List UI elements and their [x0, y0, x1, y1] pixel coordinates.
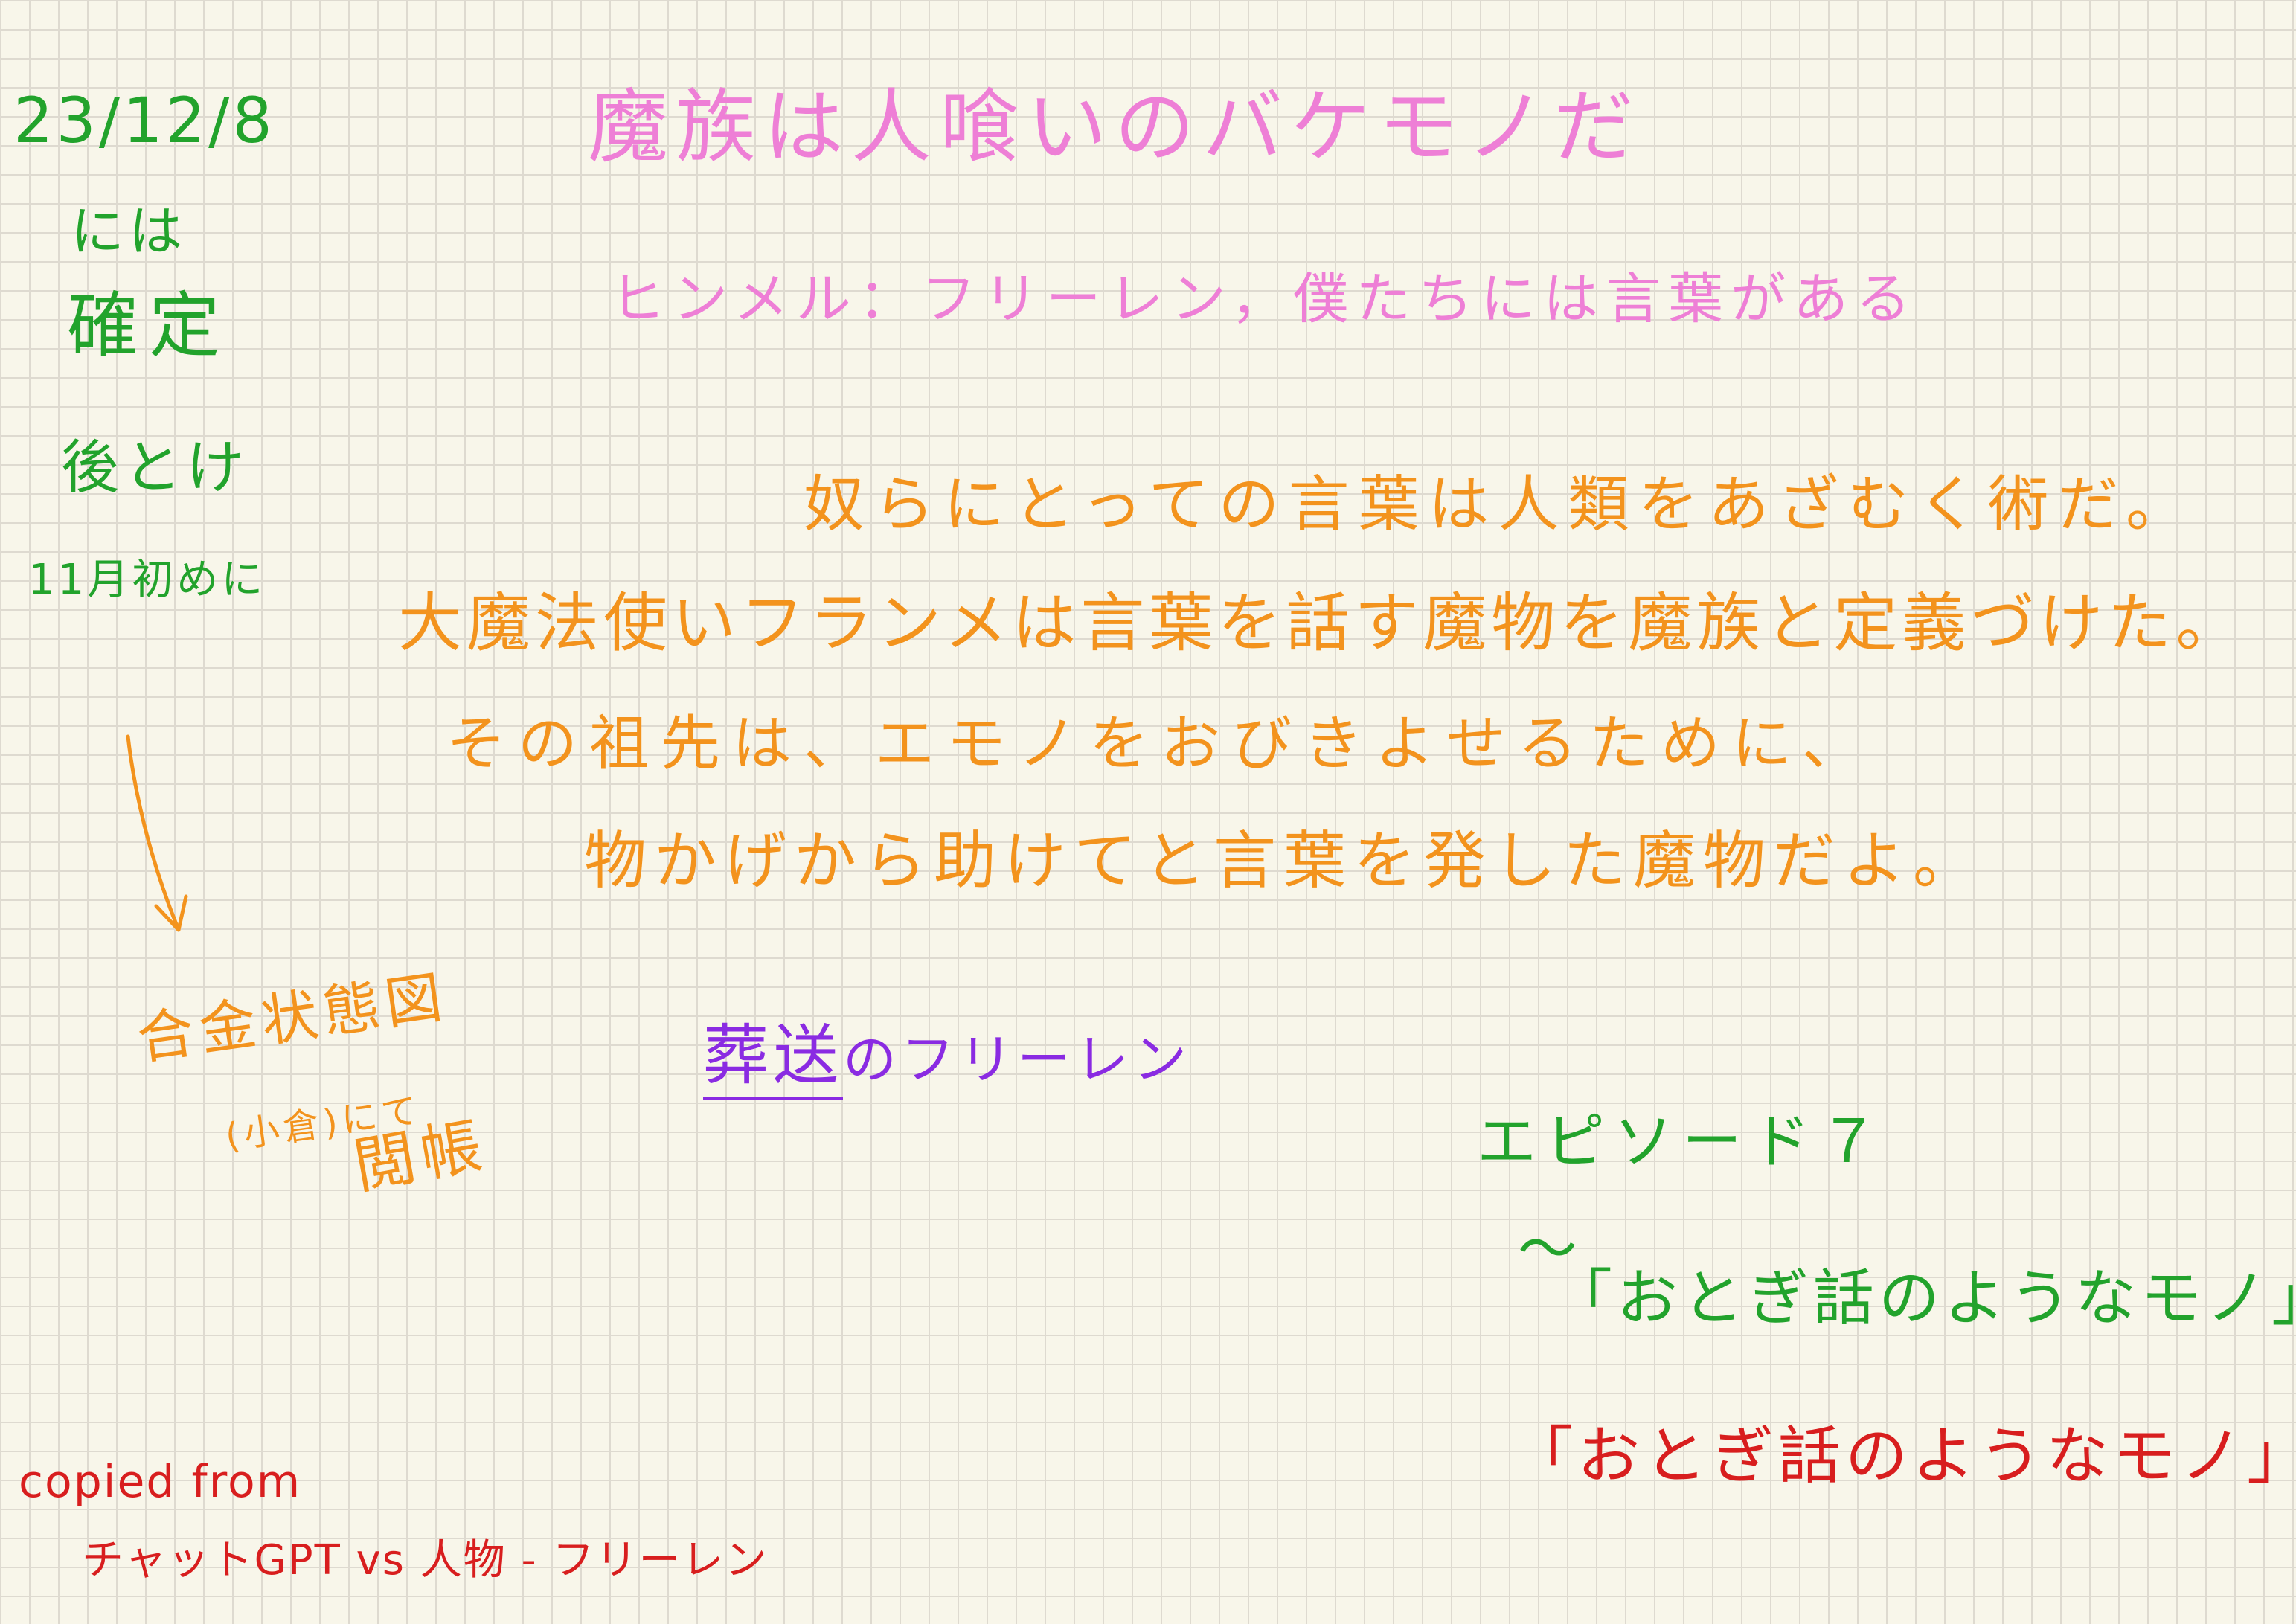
episode-title-red: 「おとぎ話のようなモノ」: [1510, 1419, 2296, 1492]
body-line-1: 奴らにとっての言葉は人類をあざむく術だ。: [804, 469, 2196, 540]
side-note-line-1: 合金状態図: [133, 963, 452, 1073]
anime-title-rest: のフリーレン: [843, 1028, 1192, 1091]
anime-title-underlined: 葬送: [703, 1017, 844, 1100]
left-note-line-2: 確定: [67, 284, 231, 368]
left-note-line-4: 11月初めに: [28, 556, 266, 604]
heading-subtitle: ヒンメル：フリーレン，僕たちには言葉がある: [610, 267, 1919, 331]
episode-title-green: 「おとぎ話のようなモノ」: [1551, 1263, 2296, 1334]
body-line-3: その祖先は、エモノをおびきよせるために、: [446, 709, 1873, 778]
body-line-2: 大魔法使いフランメは言葉を話す魔物を魔族と定義づけた。: [398, 586, 2245, 661]
left-note-line-3: 後とけ: [61, 434, 249, 501]
down-arrow-icon: [126, 734, 188, 932]
heading-title: 魔族は人喰いのバケモノだ: [588, 81, 1642, 174]
date-note: 23/12/8: [13, 84, 275, 157]
anime-title: 葬送のフリーレン: [703, 1017, 1192, 1100]
footer-source: チャットGPT vs 人物 - フリーレン: [82, 1536, 769, 1585]
left-note-line-1: には: [71, 200, 187, 263]
footer-copied-from: copied from: [19, 1456, 302, 1508]
body-line-4: 物かげから助けてと言葉を発した魔物だよ。: [584, 824, 1984, 897]
episode-label: エピソード７: [1477, 1107, 1888, 1176]
